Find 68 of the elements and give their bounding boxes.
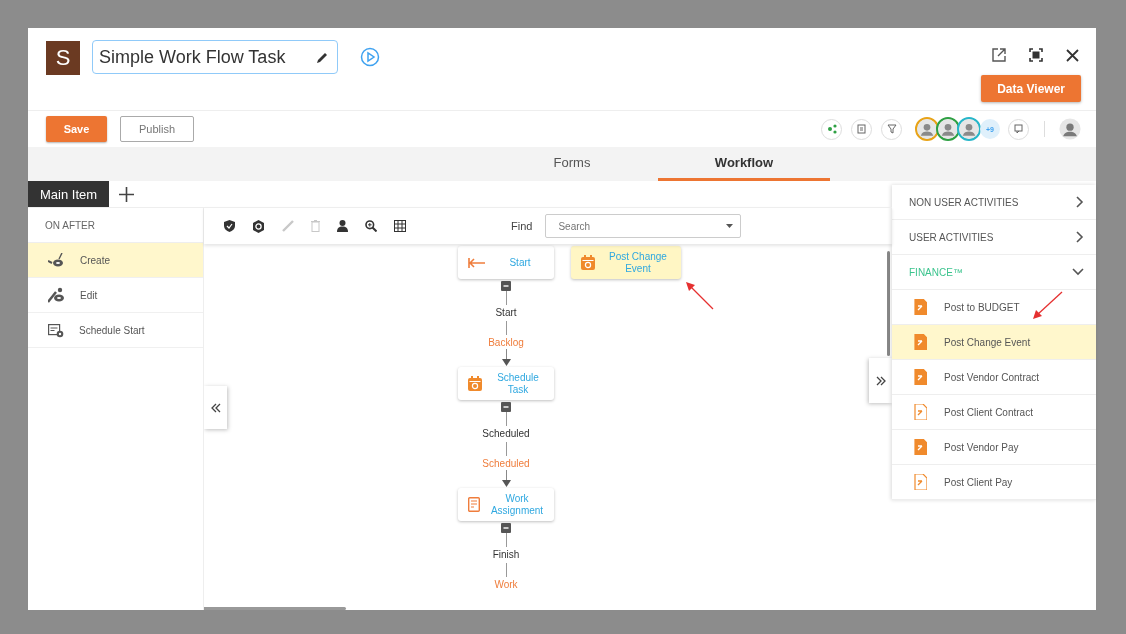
user-avatar[interactable] (936, 117, 960, 141)
status-label: Work (494, 579, 518, 591)
document-icon (914, 299, 927, 315)
activity-item[interactable]: Post Vendor Pay (892, 430, 1096, 465)
annotation-arrow (1033, 291, 1063, 319)
external-link-icon[interactable] (992, 48, 1006, 62)
tab[interactable]: Forms (486, 147, 658, 181)
caret-icon (726, 224, 734, 228)
section-header[interactable]: NON USER ACTIVITIES (892, 185, 1096, 220)
transition-label: Start (495, 307, 517, 319)
activity-item[interactable]: Post Vendor Contract (892, 360, 1096, 395)
search-field[interactable]: Search (545, 214, 742, 238)
arrow-left-icon (468, 256, 486, 269)
user-avatar[interactable] (1059, 118, 1081, 140)
collapse-icon[interactable] (501, 402, 511, 412)
connector-arrow (501, 470, 511, 487)
chevron-right-icon (1076, 231, 1084, 243)
double-chevron-right-icon (875, 375, 886, 386)
find-label: Find (511, 220, 533, 232)
section-header[interactable]: USER ACTIVITIES (892, 220, 1096, 255)
tab[interactable]: Workflow (658, 147, 830, 181)
logo-badge: S (46, 41, 80, 75)
fullscreen-icon[interactable] (1029, 48, 1043, 62)
pencil-icon[interactable] (316, 50, 329, 64)
transition-label: Finish (492, 549, 520, 561)
calendar-gear-icon (48, 322, 64, 338)
collapse-icon[interactable] (501, 523, 511, 533)
chevron-right-icon (1076, 196, 1084, 208)
person-icon[interactable] (337, 220, 348, 232)
trigger-item[interactable]: Create (28, 243, 203, 278)
document-icon (914, 334, 927, 350)
collapse-left-button[interactable] (204, 386, 227, 429)
user-avatar[interactable] (915, 117, 939, 141)
hexagon-icon[interactable] (252, 219, 265, 233)
close-icon[interactable] (1066, 48, 1079, 62)
status-label: Scheduled (482, 458, 530, 470)
scrollbar[interactable] (204, 607, 346, 610)
document-icon (914, 474, 927, 490)
transition-label: Scheduled (482, 428, 530, 440)
activity-item[interactable]: Post Client Pay (892, 465, 1096, 500)
title-field[interactable]: Simple Work Flow Task (92, 40, 338, 74)
connector-arrow (501, 349, 511, 366)
collapse-icon[interactable] (501, 281, 511, 291)
document-icon (914, 369, 927, 385)
item-tab[interactable]: Main Item (28, 181, 110, 207)
activity-item[interactable]: Post Client Contract (892, 395, 1096, 430)
expand-right-button[interactable] (869, 358, 892, 403)
trigger-item[interactable]: Schedule Start (28, 313, 203, 348)
calendar-icon (581, 255, 595, 270)
chevron-down-icon (1072, 268, 1084, 276)
grid-icon[interactable] (394, 220, 406, 232)
scrollbar[interactable] (887, 251, 890, 356)
shield-icon[interactable] (224, 220, 235, 232)
calendar-icon (468, 376, 482, 391)
status-label: Backlog (488, 337, 524, 349)
trigger-item[interactable]: Edit (28, 278, 203, 313)
document-icon (914, 404, 927, 420)
zoom-icon[interactable] (365, 220, 377, 232)
document-icon (468, 497, 480, 512)
double-chevron-left-icon (210, 402, 221, 413)
annotation-arrow (686, 282, 714, 310)
add-icon[interactable] (119, 186, 135, 202)
publish-button[interactable]: Publish (120, 116, 194, 142)
play-icon[interactable] (360, 47, 380, 67)
activity-item[interactable]: Post Change Event (892, 325, 1096, 360)
document-icon (914, 439, 927, 455)
user-avatar[interactable] (957, 117, 981, 141)
title-text: Simple Work Flow Task (99, 46, 286, 68)
